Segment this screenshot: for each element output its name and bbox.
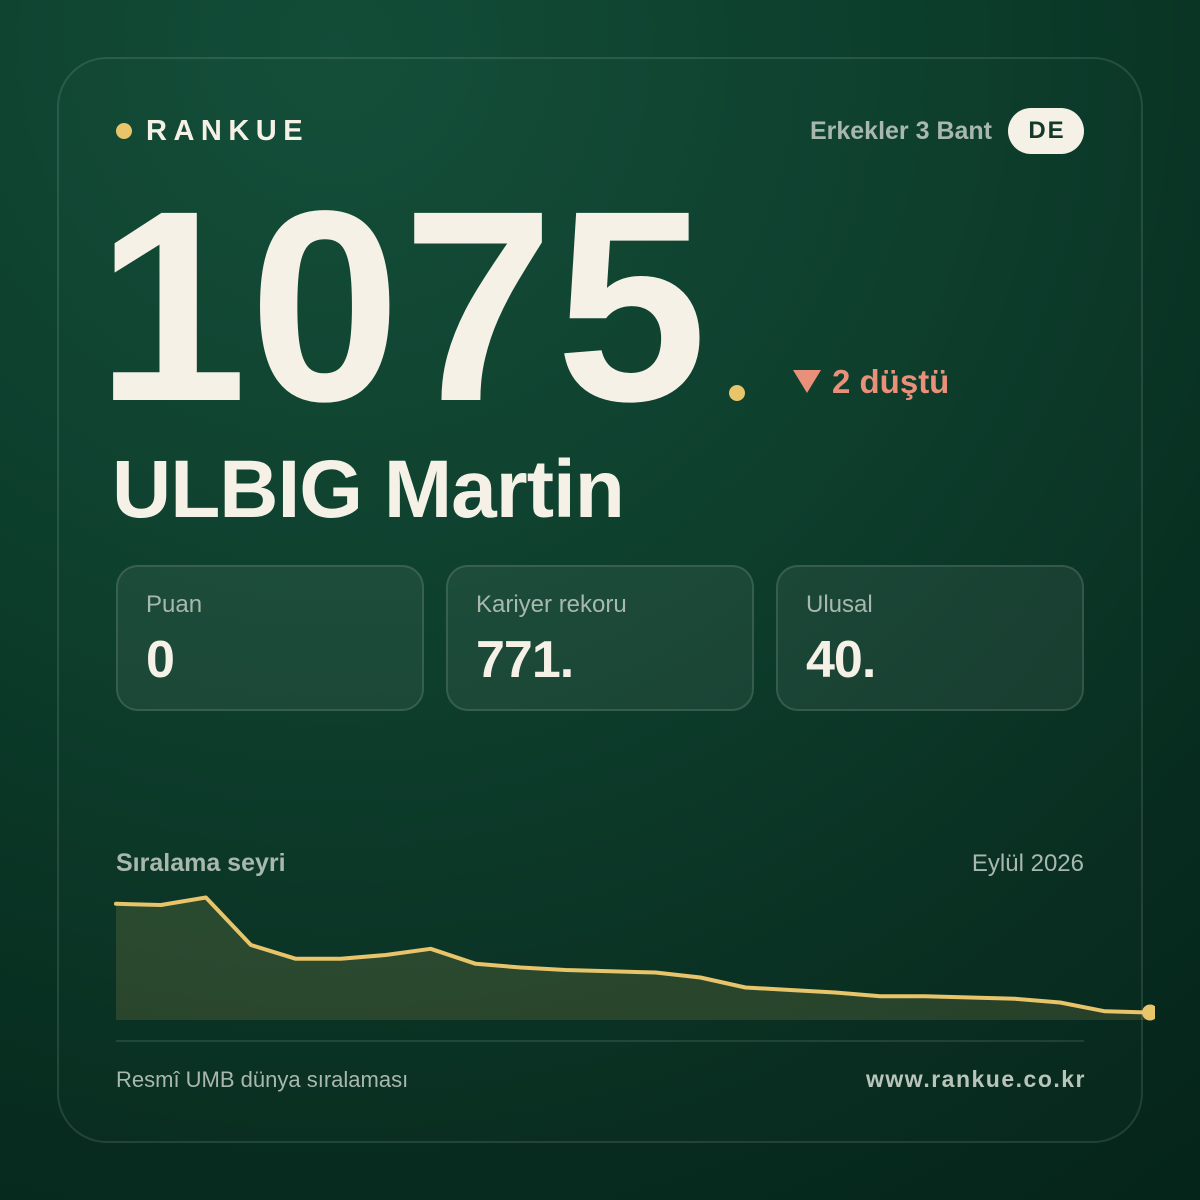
data-point [293, 956, 299, 962]
stat-label: Ulusal [806, 591, 873, 618]
stat-value: 40. [806, 631, 876, 689]
data-point [697, 975, 703, 981]
brand-dot-icon [116, 123, 132, 139]
player-name: ULBIG Martin [112, 444, 625, 535]
data-point [832, 990, 838, 996]
stat-card-points: Puan 0 [116, 565, 424, 711]
stat-card-national: Ulusal 40. [776, 565, 1084, 711]
data-point [518, 965, 524, 971]
chart-date-label: Eylül 2026 [971, 850, 1084, 877]
triangle-down-icon [793, 370, 821, 393]
footer-source: Resmî UMB dünya sıralaması [116, 1067, 409, 1092]
data-point [1102, 1008, 1108, 1014]
data-point [742, 985, 748, 991]
data-point [113, 901, 119, 907]
data-point [653, 970, 659, 976]
brand-name: RANKUE [146, 115, 310, 147]
stat-value: 0 [146, 631, 175, 689]
chart-title: Sıralama seyri [116, 849, 286, 877]
stat-card-career-best: Kariyer rekoru 771. [446, 565, 754, 711]
rank-card-page: RANKUE Erkekler 3 Bant DE 1075 2 düştü U… [0, 0, 1200, 1200]
data-point [787, 987, 793, 993]
data-point [383, 952, 389, 958]
data-point [563, 967, 569, 973]
data-point [967, 995, 973, 1001]
data-point [203, 895, 209, 901]
footer-divider [116, 1040, 1084, 1042]
data-point [473, 961, 479, 967]
country-badge: DE [1008, 108, 1084, 154]
data-point [1012, 996, 1018, 1002]
stat-label: Puan [146, 591, 203, 618]
data-point [922, 993, 928, 999]
data-point [248, 942, 254, 948]
stat-label: Kariyer rekoru [476, 591, 627, 618]
category-label: Erkekler 3 Bant [809, 117, 992, 145]
series-area [116, 897, 1150, 1020]
footer-website: www.rankue.co.kr [866, 1066, 1086, 1092]
rank-dot [729, 385, 745, 401]
stat-value: 771. [476, 631, 574, 689]
rank-change-label: 2 düştü [832, 363, 950, 400]
data-point [428, 946, 434, 952]
data-point [608, 968, 614, 974]
data-point [158, 902, 164, 908]
world-rank-value: 1075 [96, 154, 710, 458]
rank-trend-chart [113, 895, 1155, 1021]
data-point [338, 956, 344, 962]
data-point [1057, 1000, 1063, 1006]
data-point [877, 993, 883, 999]
